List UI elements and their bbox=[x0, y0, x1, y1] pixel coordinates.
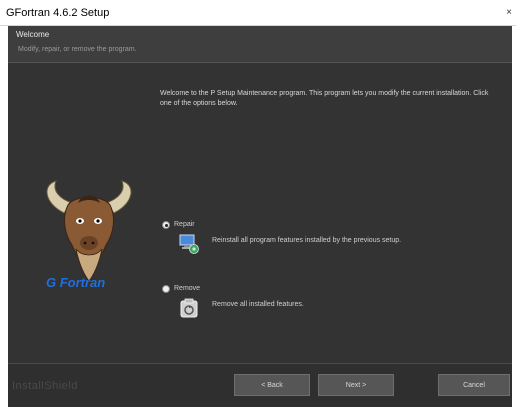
window-title: GFortran 4.6.2 Setup bbox=[6, 7, 110, 19]
remove-label[interactable]: Remove bbox=[174, 285, 200, 292]
header-title: Welcome bbox=[16, 30, 50, 39]
installshield-brand: InstallShield bbox=[12, 380, 78, 392]
next-button[interactable]: Next > bbox=[318, 374, 394, 396]
remove-description: Remove all installed features. bbox=[212, 301, 304, 308]
dialog-body: Welcome to the P Setup Maintenance progr… bbox=[8, 63, 512, 363]
repair-label[interactable]: Repair bbox=[174, 221, 195, 228]
cancel-button[interactable]: Cancel bbox=[438, 374, 510, 396]
setup-dialog: Welcome Modify, repair, or remove the pr… bbox=[8, 26, 512, 407]
gnu-logo bbox=[46, 180, 132, 282]
intro-text: Welcome to the P Setup Maintenance progr… bbox=[160, 90, 489, 107]
back-button[interactable]: < Back bbox=[234, 374, 310, 396]
dialog-header: Welcome Modify, repair, or remove the pr… bbox=[8, 26, 512, 63]
logo-text: G Fortran bbox=[46, 275, 106, 290]
remove-radio[interactable] bbox=[162, 285, 170, 293]
close-icon[interactable]: × bbox=[502, 0, 516, 26]
repair-icon bbox=[179, 234, 199, 254]
repair-radio[interactable] bbox=[162, 221, 170, 229]
repair-description: Reinstall all program features installed… bbox=[212, 237, 402, 244]
title-bar: GFortran 4.6.2 Setup × bbox=[0, 0, 516, 26]
remove-icon bbox=[180, 298, 198, 318]
dialog-footer: InstallShield < Back Next > Cancel bbox=[8, 363, 512, 407]
header-subtitle: Modify, repair, or remove the program. bbox=[18, 46, 137, 53]
